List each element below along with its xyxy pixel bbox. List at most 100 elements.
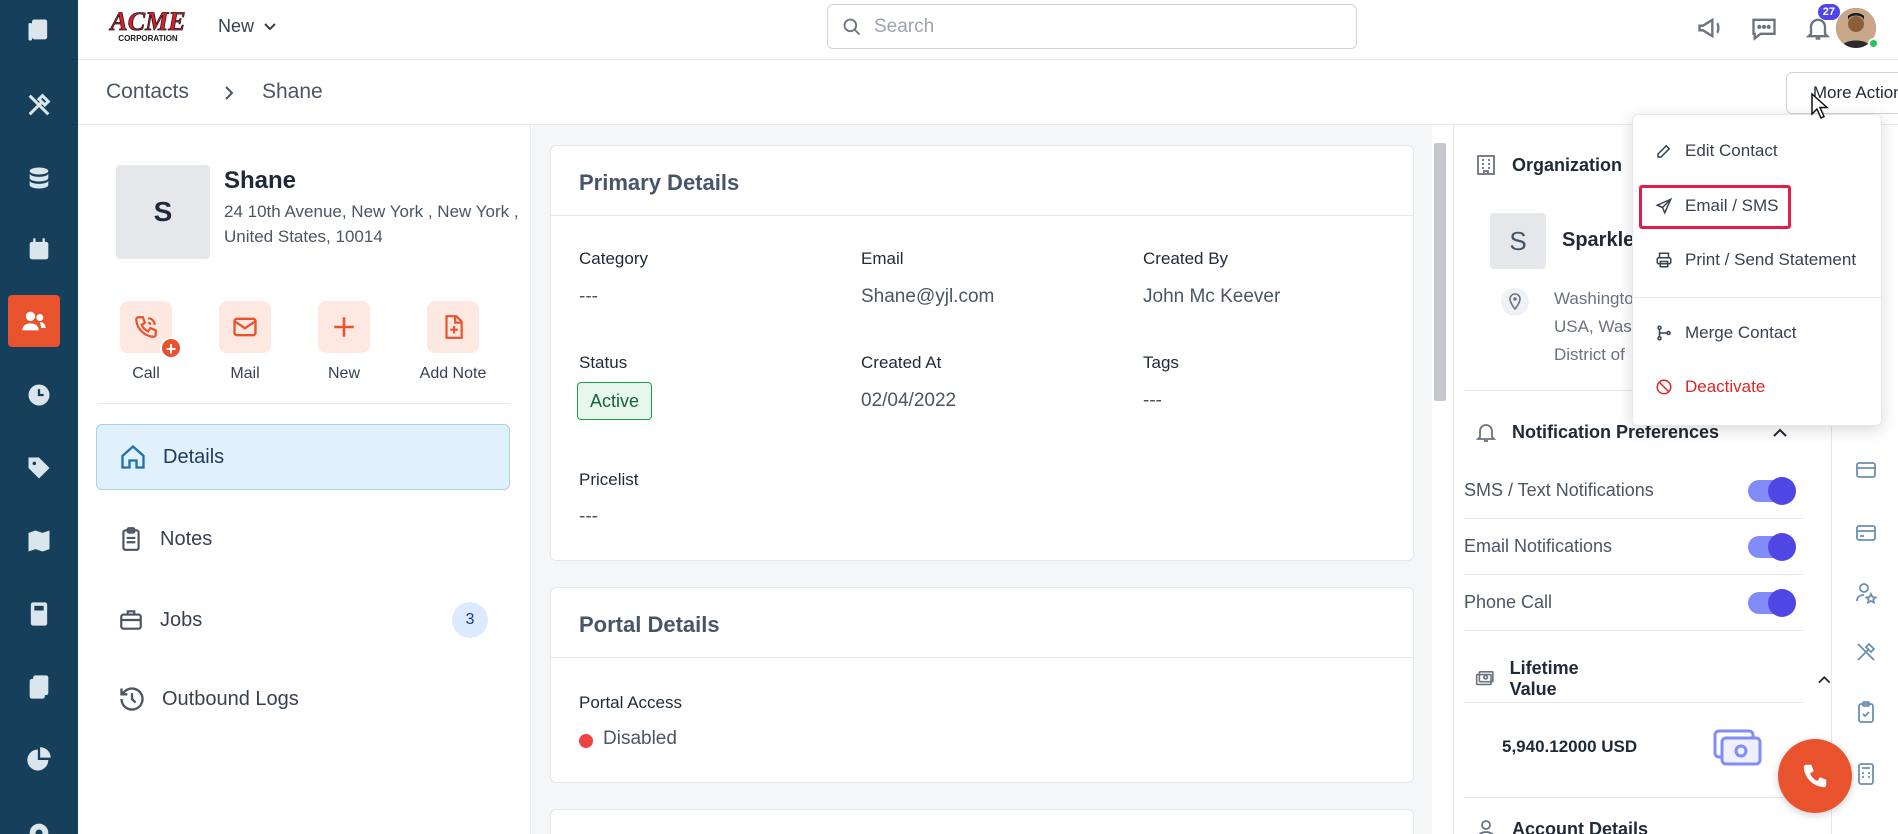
- nav-details[interactable]: Details: [96, 424, 510, 490]
- phone-call-row: Phone Call: [1464, 575, 1804, 631]
- svg-text:CORPORATION: CORPORATION: [118, 34, 178, 43]
- tools-icon[interactable]: [1854, 640, 1878, 664]
- portal-access-label: Portal Access: [579, 693, 682, 712]
- tag-nav-icon[interactable]: [0, 440, 78, 496]
- organization-label: Organization: [1512, 154, 1623, 175]
- reports-nav-icon[interactable]: [0, 732, 78, 788]
- phone-icon: [1803, 764, 1827, 788]
- org-name[interactable]: Sparkle: [1562, 229, 1634, 252]
- lifetime-value-label: Lifetime Value: [1509, 658, 1579, 699]
- calendar-nav-icon[interactable]: [0, 222, 78, 278]
- email-sms-menu-item[interactable]: Email / SMS: [1655, 196, 1779, 216]
- tags-value: ---: [1143, 390, 1162, 411]
- email-label: Email: [861, 249, 904, 268]
- scrollbar-thumb[interactable]: [1434, 143, 1446, 401]
- megaphone-icon[interactable]: [1692, 10, 1728, 46]
- chevron-up-icon: [1773, 428, 1787, 437]
- printer-icon: [1656, 252, 1672, 268]
- nav-notes-label: Notes: [160, 527, 213, 550]
- acme-logo[interactable]: ACME CORPORATION: [106, 6, 190, 44]
- calculator-nav-icon[interactable]: [0, 586, 78, 642]
- settings-nav-icon[interactable]: [0, 805, 78, 834]
- documents-nav-icon[interactable]: [0, 659, 78, 715]
- merge-contact-menu-item[interactable]: Merge Contact: [1655, 323, 1797, 343]
- deactivate-menu-item[interactable]: Deactivate: [1655, 377, 1765, 397]
- mail-label: Mail: [230, 365, 260, 382]
- created-at-label: Created At: [861, 353, 942, 372]
- phone-call-label: Phone Call: [1464, 592, 1553, 612]
- portal-access-value: Disabled: [603, 728, 677, 749]
- new-menu[interactable]: New: [218, 16, 276, 37]
- chat-icon[interactable]: [1746, 10, 1782, 46]
- contacts-nav-icon[interactable]: [8, 295, 60, 347]
- database-nav-icon[interactable]: [0, 150, 78, 206]
- phone-call-toggle[interactable]: [1748, 588, 1796, 617]
- contact-avatar: S: [116, 165, 210, 259]
- jobs-count-badge: 3: [452, 602, 488, 638]
- contact-sidebar: S Shane 24 10th Avenue, New York , New Y…: [78, 125, 531, 834]
- tags-label: Tags: [1143, 353, 1179, 372]
- breadcrumb: Contacts Shane More Actions: [78, 60, 1898, 125]
- location-pin-icon: [1501, 288, 1529, 316]
- home-icon: [121, 444, 145, 469]
- add-note-icon: [427, 301, 479, 353]
- phone-icon: +: [120, 301, 182, 359]
- mail-action[interactable]: Mail: [205, 301, 285, 383]
- call-fab-button[interactable]: [1778, 739, 1852, 813]
- next-card: [550, 809, 1414, 834]
- deactivate-label: Deactivate: [1685, 377, 1766, 396]
- clipboard-nav-icon[interactable]: [0, 2, 78, 58]
- email-notifications-toggle[interactable]: [1748, 532, 1796, 561]
- sms-notifications-toggle[interactable]: [1748, 476, 1796, 505]
- clipboard-icon: [122, 527, 140, 551]
- call-action[interactable]: + Call: [106, 301, 186, 383]
- pencil-icon: [1657, 144, 1671, 158]
- add-note-action[interactable]: Add Note: [413, 301, 493, 383]
- nav-jobs[interactable]: Jobs 3: [96, 587, 510, 653]
- search-input[interactable]: [874, 15, 1334, 38]
- lifetime-value-section[interactable]: Lifetime Value: [1474, 658, 1831, 700]
- organization-section[interactable]: Organization: [1474, 153, 1622, 177]
- divider: [1464, 797, 1804, 798]
- email-notifications-label: Email Notifications: [1464, 536, 1613, 556]
- email-notifications-row: Email Notifications: [1464, 519, 1804, 575]
- more-actions-button[interactable]: More Actions: [1786, 72, 1898, 114]
- print-send-statement-label: Print / Send Statement: [1685, 250, 1857, 269]
- org-address: Washingto USA, Was District of: [1554, 285, 1634, 369]
- calculator-icon[interactable]: [1854, 762, 1878, 786]
- send-icon: [1655, 197, 1673, 215]
- edit-contact-menu-item[interactable]: Edit Contact: [1655, 141, 1778, 161]
- nav-notes[interactable]: Notes: [96, 506, 510, 572]
- main-content: Primary Details Category --- Email Shane…: [532, 125, 1432, 834]
- contact-name: Shane: [224, 167, 297, 194]
- chevron-up-icon: [1818, 675, 1831, 683]
- clock-nav-icon[interactable]: [0, 367, 78, 423]
- account-details-section[interactable]: Account Details: [1474, 817, 1648, 834]
- card-icon[interactable]: [1854, 521, 1878, 545]
- user-star-icon[interactable]: [1854, 580, 1878, 604]
- search-box[interactable]: [827, 4, 1357, 49]
- online-status-dot: [1868, 38, 1879, 49]
- created-by-value: John Mc Keever: [1143, 286, 1281, 307]
- new-action[interactable]: New: [304, 301, 384, 383]
- mail-icon: [219, 301, 271, 353]
- nav-details-label: Details: [163, 445, 225, 468]
- building-icon: [1477, 155, 1495, 175]
- print-send-statement-menu-item[interactable]: Print / Send Statement: [1655, 250, 1856, 270]
- plus-badge-icon: +: [160, 337, 182, 359]
- merge-contact-label: Merge Contact: [1685, 323, 1797, 342]
- tools-nav-icon[interactable]: [0, 77, 78, 133]
- breadcrumb-contacts[interactable]: Contacts: [106, 80, 189, 104]
- lifetime-value: 5,940.12000 USD: [1502, 737, 1638, 756]
- contact-address: 24 10th Avenue, New York , New York , Un…: [224, 202, 519, 246]
- created-at-value: 02/04/2022: [861, 390, 957, 411]
- nav-outbound-logs[interactable]: Outbound Logs: [96, 666, 510, 732]
- map-nav-icon[interactable]: [0, 513, 78, 569]
- portal-details-card: Portal Details Portal Access Disabled: [550, 587, 1414, 783]
- org-avatar: S: [1490, 213, 1546, 269]
- chevron-down-icon: [264, 22, 276, 30]
- bell-icon[interactable]: 27: [1800, 4, 1840, 46]
- clipboard-check-icon[interactable]: [1854, 700, 1878, 724]
- payment-card-icon[interactable]: [1854, 458, 1878, 482]
- cash-icon: [1713, 729, 1762, 766]
